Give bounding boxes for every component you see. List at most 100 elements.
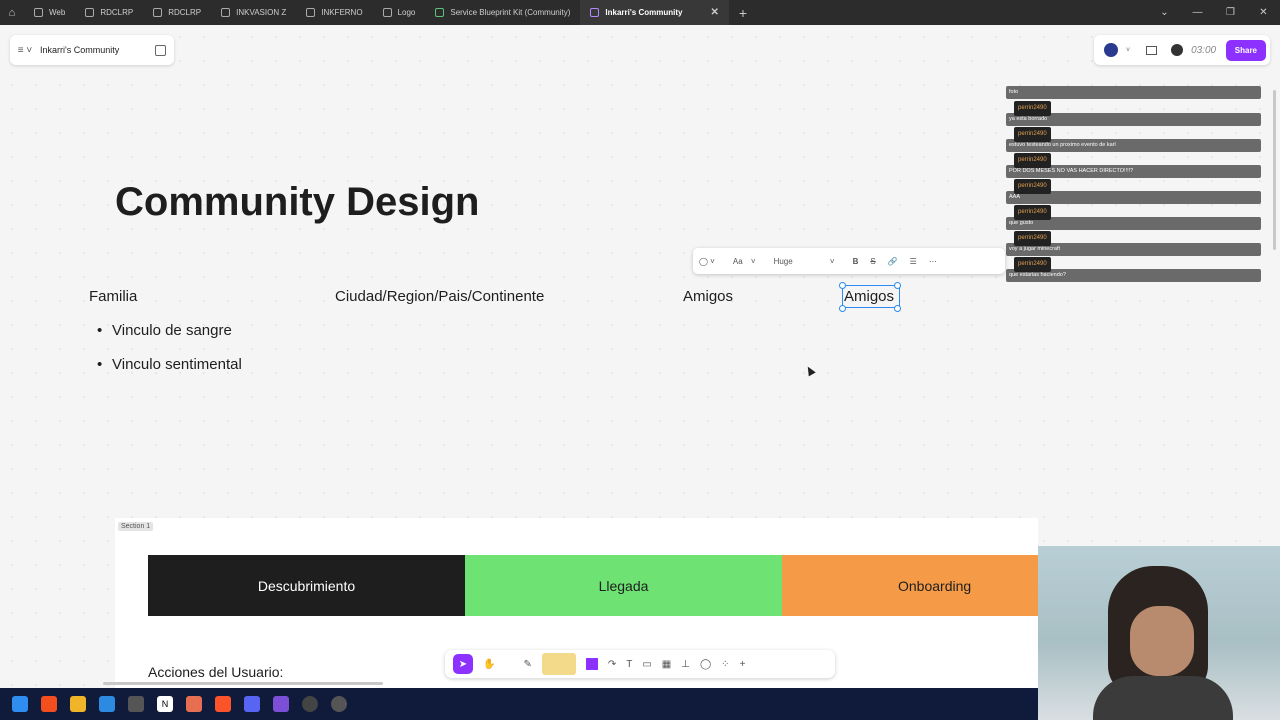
lasso-tool-icon[interactable]: ◯: [700, 659, 711, 670]
shape-tool-icon[interactable]: [585, 658, 598, 670]
font-size-select[interactable]: Huge ˅: [762, 257, 847, 266]
chrome-icon[interactable]: [331, 696, 347, 712]
app-icon[interactable]: [186, 696, 202, 712]
windows-start-icon[interactable]: [12, 696, 28, 712]
widgets-icon[interactable]: ⁘: [721, 659, 729, 670]
pages-icon[interactable]: [155, 44, 166, 56]
app-icon[interactable]: [273, 696, 289, 712]
stage-descubrimiento[interactable]: Descubrimiento: [148, 555, 465, 616]
vertical-scrollbar[interactable]: [1273, 90, 1276, 250]
tab-inkvasion[interactable]: INKVASION Z: [211, 0, 296, 25]
vscode-icon[interactable]: [99, 696, 115, 712]
bullet-item[interactable]: Vinculo sentimental: [97, 356, 242, 373]
marker-tool-icon[interactable]: ✎: [523, 659, 531, 670]
acciones-label[interactable]: Acciones del Usuario:: [148, 664, 283, 680]
font-menu-label: Aa: [732, 256, 743, 266]
label-familia[interactable]: Familia: [89, 288, 137, 305]
file-menu[interactable]: ≡ ˅ Inkarri's Community: [10, 35, 174, 65]
figma-icon[interactable]: [41, 696, 57, 712]
tab-rdclrp-1[interactable]: RDCLRP: [75, 0, 143, 25]
bold-icon[interactable]: B: [847, 257, 865, 266]
color-picker-icon[interactable]: ◯ ˅: [693, 257, 721, 266]
obs-icon[interactable]: [302, 696, 318, 712]
share-button[interactable]: Share: [1225, 39, 1266, 61]
tab-service-blueprint[interactable]: Service Blueprint Kit (Community): [425, 0, 580, 25]
section-label[interactable]: Section 1: [118, 522, 154, 531]
chat-text: foto: [1009, 89, 1019, 95]
chat-text: voy a jugar minecraft: [1009, 246, 1061, 252]
label-ciudad[interactable]: Ciudad/Region/Pais/Continente: [335, 288, 544, 305]
table-tool-icon[interactable]: ▦: [662, 659, 671, 670]
avatar[interactable]: [1104, 43, 1118, 57]
bullet-item[interactable]: Vinculo de sangre: [97, 322, 232, 339]
text-tool-icon[interactable]: T: [626, 659, 632, 670]
hand-tool-icon[interactable]: ✋: [483, 659, 495, 670]
restore-icon[interactable]: ❐: [1214, 7, 1247, 18]
chat-message: perrin2490 que estarias haciendo?: [1006, 257, 1261, 282]
resize-handle[interactable]: [894, 282, 901, 289]
close-tab-icon[interactable]: ✕: [710, 7, 718, 18]
tab-web[interactable]: Web: [24, 0, 75, 25]
tab-rdclrp-2[interactable]: RDCLRP: [143, 0, 211, 25]
stage-llegada[interactable]: Llegada: [465, 555, 782, 616]
chat-message: perrin2490 AAA: [1006, 179, 1261, 204]
tab-label: INKFERNO: [321, 8, 363, 17]
calendar-icon[interactable]: [128, 696, 144, 712]
sticky-note-icon[interactable]: [541, 653, 576, 675]
layout-icon[interactable]: [1146, 45, 1158, 55]
file-explorer-icon[interactable]: [70, 696, 86, 712]
bottom-toolbar: ➤ ✋ ✎ ↷ T ▭ ▦ ⊥ ◯ ⁘ +: [445, 650, 835, 678]
chevron-down-icon[interactable]: ⌄: [1148, 7, 1181, 18]
section-tool-icon[interactable]: ▭: [642, 659, 651, 670]
chat-username: perrin2490: [1014, 127, 1051, 142]
resize-handle[interactable]: [839, 282, 846, 289]
tab-inkferno[interactable]: INKFERNO: [296, 0, 372, 25]
timer-value[interactable]: 03:00: [1191, 45, 1216, 56]
chat-message: perrin2490 POR DOS MESES NO VAS HACER DIR…: [1006, 153, 1261, 178]
tab-logo[interactable]: Logo: [373, 0, 426, 25]
chat-text: POR DOS MESES NO VAS HACER DIRECTO!!!!?: [1009, 168, 1134, 174]
resize-handle[interactable]: [894, 305, 901, 312]
main-menu-icon[interactable]: ≡ ˅: [10, 45, 40, 56]
notion-icon[interactable]: N: [157, 696, 173, 712]
strikethrough-icon[interactable]: S: [864, 257, 881, 266]
add-icon[interactable]: +: [740, 659, 746, 670]
link-icon[interactable]: 🔗: [882, 257, 904, 266]
tab-label: RDCLRP: [100, 8, 134, 17]
brave-icon[interactable]: [215, 696, 231, 712]
chat-text: AAA: [1009, 194, 1021, 200]
connector-icon[interactable]: ↷: [608, 659, 616, 670]
chevron-down-icon[interactable]: ˅: [1126, 47, 1130, 54]
timer-icon[interactable]: [1171, 44, 1184, 56]
tab-label: Service Blueprint Kit (Community): [450, 8, 571, 17]
list-icon[interactable]: ☰: [904, 257, 923, 266]
home-icon[interactable]: ⌂: [0, 7, 24, 19]
resize-handle[interactable]: [839, 305, 846, 312]
file-icon: [306, 8, 316, 17]
font-menu[interactable]: Aa ˅: [721, 257, 762, 266]
top-right-toolbar: ˅ 03:00 Share: [1094, 35, 1270, 65]
chat-username: perrin2490: [1014, 153, 1051, 168]
horizontal-scrollbar[interactable]: [103, 682, 383, 685]
discord-icon[interactable]: [244, 696, 260, 712]
minimize-icon[interactable]: —: [1181, 7, 1214, 18]
file-icon: [85, 8, 95, 17]
close-icon[interactable]: ✕: [1247, 7, 1280, 18]
move-tool-icon[interactable]: ➤: [453, 654, 473, 674]
tab-label: Inkarri's Community: [605, 8, 683, 17]
browser-tab-bar: ⌂ Web RDCLRP RDCLRP INKVASION Z INKFERNO…: [0, 0, 1280, 25]
stamp-tool-icon[interactable]: ⊥: [681, 659, 690, 670]
webcam-overlay: [1038, 546, 1280, 720]
label-amigos[interactable]: Amigos: [683, 288, 733, 305]
file-name[interactable]: Inkarri's Community: [40, 45, 119, 55]
page-title[interactable]: Community Design: [115, 180, 479, 225]
chat-text: que gusto: [1009, 220, 1034, 226]
tab-inkarris-community[interactable]: Inkarri's Community ✕: [580, 0, 729, 25]
file-icon: [34, 8, 43, 17]
stage-onboarding[interactable]: Onboarding: [782, 555, 1038, 616]
chat-username: perrin2490: [1014, 231, 1051, 246]
font-size-value: Huge: [773, 256, 793, 266]
chat-message: foto: [1006, 86, 1261, 99]
more-icon[interactable]: ⋯: [923, 257, 943, 266]
new-tab-icon[interactable]: +: [729, 5, 757, 21]
